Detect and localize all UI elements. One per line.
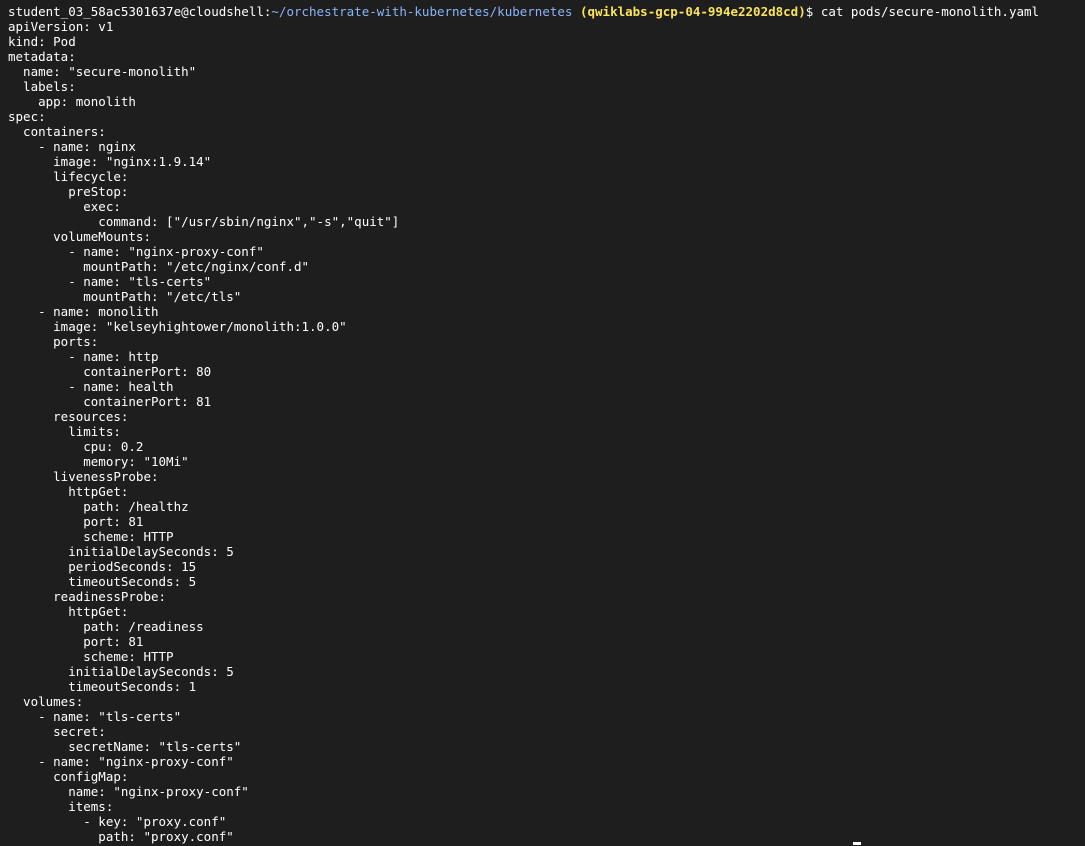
output-line: app: monolith	[8, 94, 136, 109]
output-line: labels:	[8, 79, 76, 94]
output-line: path: "proxy.conf"	[8, 829, 234, 844]
output-line: containerPort: 80	[8, 364, 212, 379]
output-line: scheme: HTTP	[8, 529, 174, 544]
output-line: path: /readiness	[8, 619, 204, 634]
output-line: - name: "nginx-proxy-conf"	[8, 244, 264, 259]
output-line: command: ["/usr/sbin/nginx","-s","quit"]	[8, 214, 400, 229]
output-line: configMap:	[8, 769, 129, 784]
output-line: items:	[8, 799, 114, 814]
output-line: memory: "10Mi"	[8, 454, 189, 469]
terminal-window[interactable]: student_03_58ac5301637e@cloudshell:~/orc…	[0, 0, 1085, 846]
output-line: - name: nginx	[8, 139, 136, 154]
output-line: - key: "proxy.conf"	[8, 814, 227, 829]
output-line: - name: health	[8, 379, 174, 394]
output-line: mountPath: "/etc/tls"	[8, 289, 242, 304]
output-line: name: "secure-monolith"	[8, 64, 197, 79]
output-line: port: 81	[8, 514, 144, 529]
output-line: port: 81	[8, 634, 144, 649]
output-line: path: /healthz	[8, 499, 189, 514]
prompt-user-host: student_03_58ac5301637e@cloudshell	[8, 4, 264, 19]
output-line: periodSeconds: 15	[8, 559, 197, 574]
output-line: httpGet:	[8, 484, 129, 499]
output-line: timeoutSeconds: 5	[8, 574, 197, 589]
output-line: limits:	[8, 424, 121, 439]
output-line: - name: monolith	[8, 304, 159, 319]
text-cursor	[853, 842, 861, 845]
output-line: secret:	[8, 724, 106, 739]
output-line: livenessProbe:	[8, 469, 159, 484]
output-line: exec:	[8, 199, 121, 214]
output-line: resources:	[8, 409, 129, 424]
output-line: spec:	[8, 109, 46, 124]
output-line: image: "nginx:1.9.14"	[8, 154, 212, 169]
output-line: initialDelaySeconds: 5	[8, 664, 234, 679]
output-line: name: "nginx-proxy-conf"	[8, 784, 249, 799]
output-line: preStop:	[8, 184, 129, 199]
output-line: initialDelaySeconds: 5	[8, 544, 234, 559]
output-line: timeoutSeconds: 1	[8, 679, 197, 694]
output-line: scheme: HTTP	[8, 649, 174, 664]
prompt-command: cat pods/secure-monolith.yaml	[820, 4, 1040, 19]
output-line: - name: "tls-certs"	[8, 709, 182, 724]
output-line: image: "kelseyhightower/monolith:1.0.0"	[8, 319, 347, 334]
output-line: metadata:	[8, 49, 76, 64]
prompt-project: (qwiklabs-gcp-04-994e2202d8cd)	[579, 4, 806, 19]
output-line: kind: Pod	[8, 34, 76, 49]
prompt-line: student_03_58ac5301637e@cloudshell:~/orc…	[8, 4, 1085, 19]
prompt-path: ~/orchestrate-with-kubernetes/kubernetes	[271, 4, 573, 19]
output-line: volumeMounts:	[8, 229, 151, 244]
output-line: readinessProbe:	[8, 589, 167, 604]
output-line: volumes:	[8, 694, 84, 709]
output-line: - name: http	[8, 349, 159, 364]
output-line: - name: "tls-certs"	[8, 274, 212, 289]
prompt-symbol: $	[805, 4, 814, 19]
output-line: apiVersion: v1	[8, 19, 114, 34]
output-line: containers:	[8, 124, 106, 139]
command-output: apiVersion: v1 kind: Pod metadata: name: "…	[8, 19, 1085, 844]
output-line: containerPort: 81	[8, 394, 212, 409]
output-line: - name: "nginx-proxy-conf"	[8, 754, 234, 769]
output-line: mountPath: "/etc/nginx/conf.d"	[8, 259, 310, 274]
output-line: cpu: 0.2	[8, 439, 144, 454]
output-line: ports:	[8, 334, 99, 349]
output-line: httpGet:	[8, 604, 129, 619]
output-line: lifecycle:	[8, 169, 129, 184]
output-line: secretName: "tls-certs"	[8, 739, 242, 754]
